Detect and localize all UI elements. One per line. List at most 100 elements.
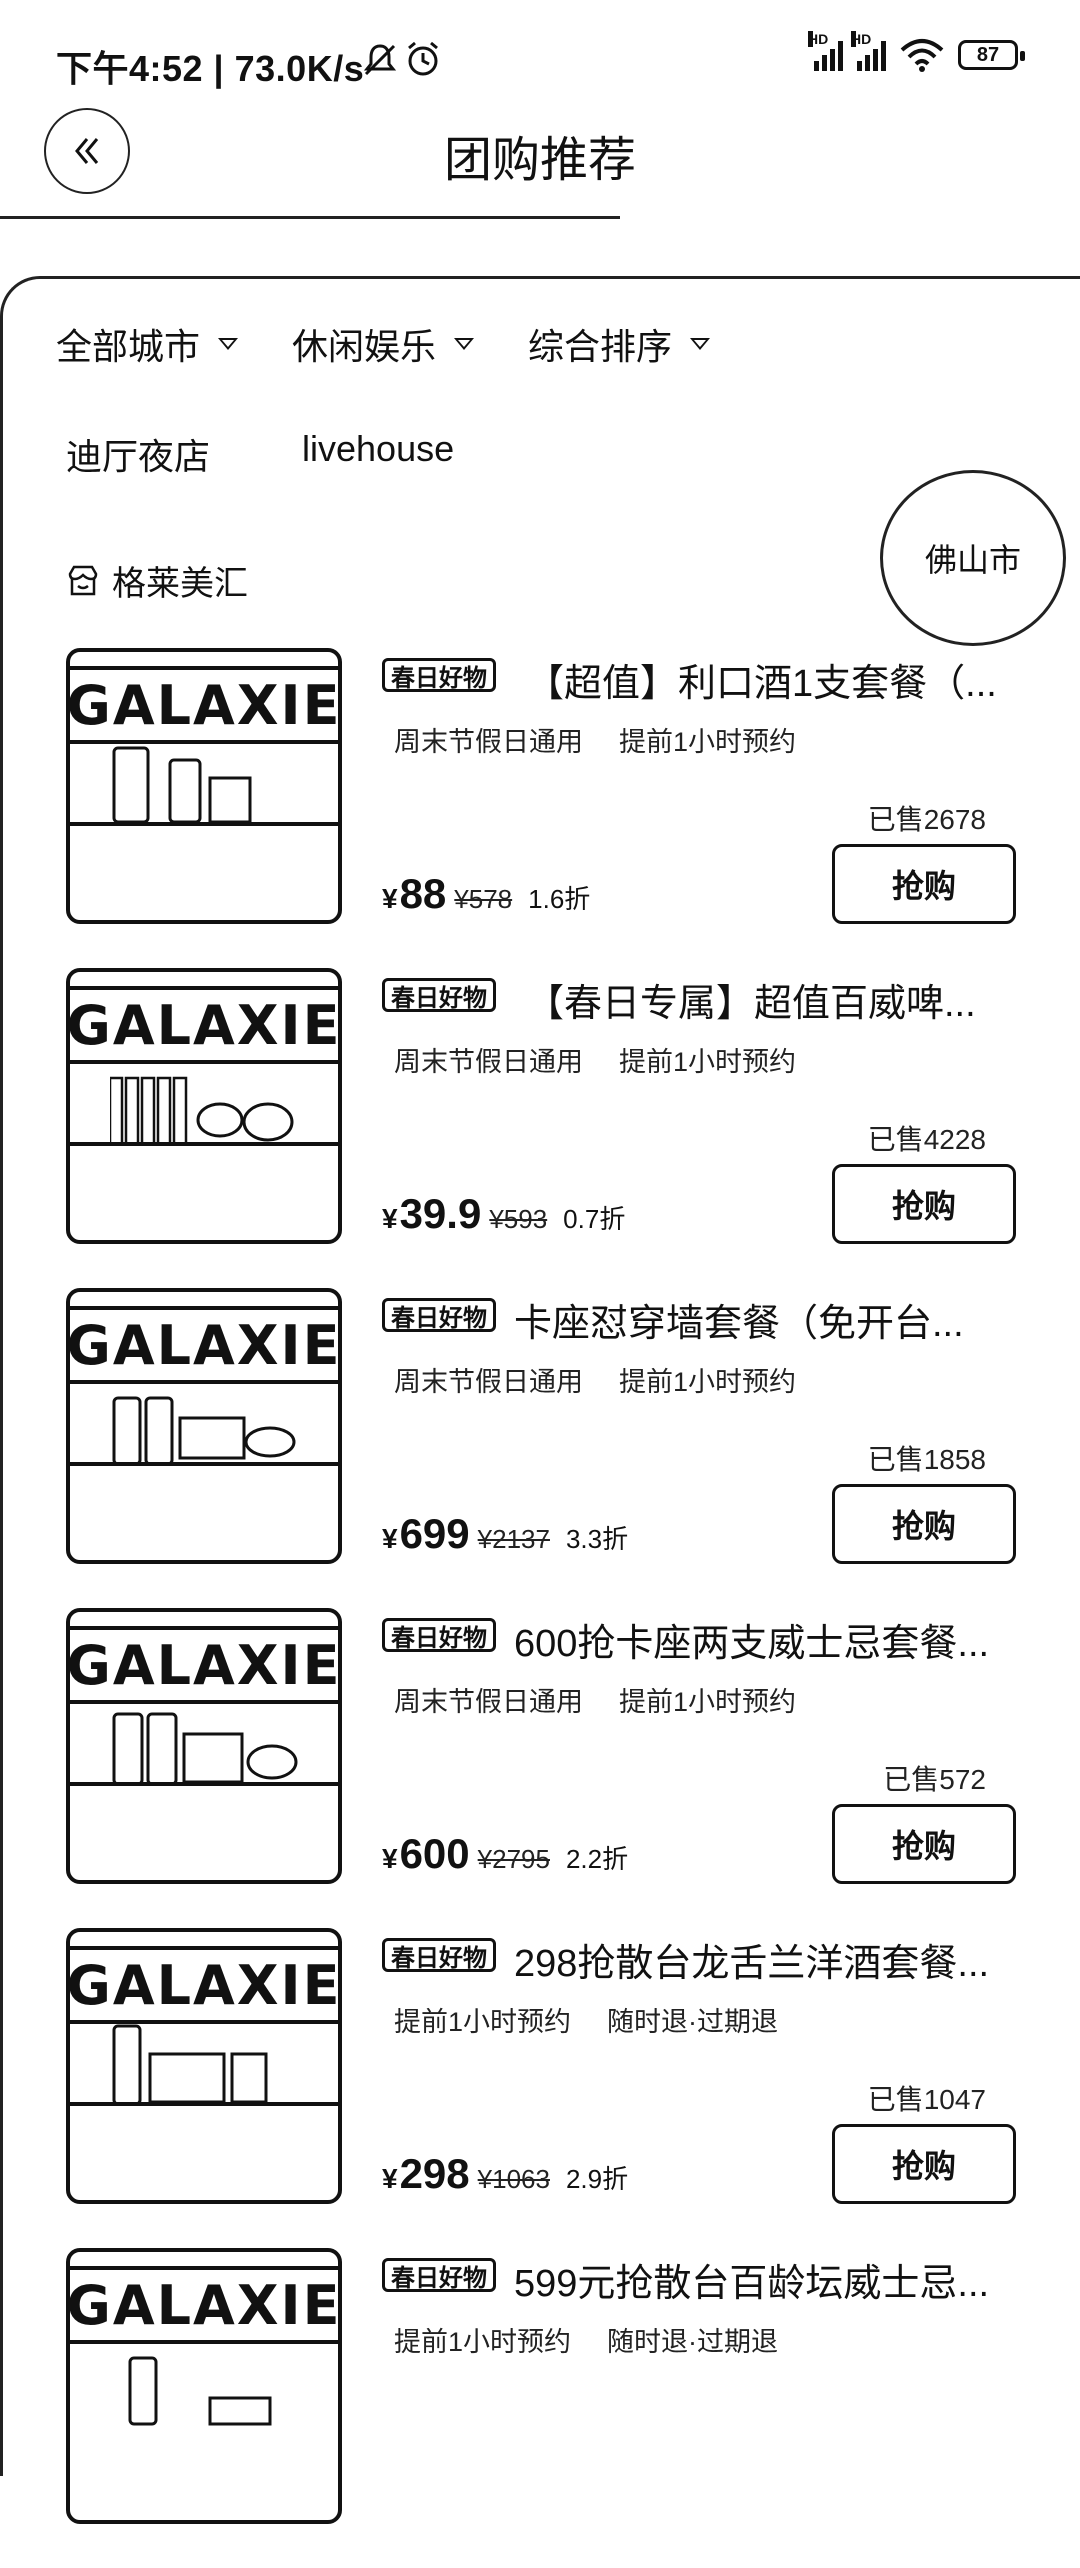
original-price: ¥1063: [477, 2164, 550, 2194]
brand-logo: GALAXIE: [70, 2266, 338, 2344]
price-row: ¥ 39.9 ¥593 0.7折: [382, 1190, 625, 1238]
filter-category-label: 休闲娱乐: [292, 326, 437, 367]
product-features: 周末节假日通用 提前1小时预约: [394, 1680, 796, 1719]
filter-category[interactable]: 休闲娱乐: [292, 318, 475, 370]
currency-symbol: ¥: [382, 1523, 398, 1554]
sold-count: 已售572: [883, 1764, 986, 1795]
current-price: 39.9: [399, 1190, 482, 1237]
buy-button[interactable]: 抢购: [832, 844, 1016, 924]
price-row: ¥ 298 ¥1063 2.9折: [382, 2150, 628, 2198]
mute-icon: [362, 42, 398, 83]
sold-count: 已售4228: [867, 1124, 986, 1155]
bottles-image: [112, 746, 252, 824]
product-image: GALAXIE: [66, 648, 342, 924]
venue-header[interactable]: 格莱美汇: [66, 556, 248, 605]
product-list: GALAXIE 春日好物 【超值】利口酒1支套餐（... 周末节假日通用 提前1…: [0, 648, 1080, 2568]
bottles-image: [128, 2356, 272, 2426]
bottles-image: [112, 2024, 268, 2106]
promo-tag: 春日好物: [382, 978, 496, 1012]
current-price: 600: [399, 1830, 470, 1877]
tab-nightclub[interactable]: 迪厅夜店: [66, 428, 210, 480]
brand-logo: GALAXIE: [70, 986, 338, 1064]
sold-count: 已售1047: [867, 2084, 986, 2115]
category-tabs: 迪厅夜店 livehouse: [66, 428, 454, 480]
buy-button[interactable]: 抢购: [832, 1484, 1016, 1564]
original-price: ¥2795: [477, 1844, 550, 1874]
venue-name: 格莱美汇: [112, 565, 248, 603]
promo-tag: 春日好物: [382, 1938, 496, 1972]
sold-count: 已售1858: [867, 1444, 986, 1475]
product-features: 提前1小时预约 随时退·过期退: [394, 2000, 778, 2039]
list-item[interactable]: GALAXIE 春日好物 【超值】利口酒1支套餐（... 周末节假日通用 提前1…: [0, 648, 1080, 968]
promo-tag: 春日好物: [382, 1618, 496, 1652]
feature-label: 提前1小时预约: [619, 727, 797, 757]
feature-label: 周末节假日通用: [394, 727, 583, 757]
shelf-line: [70, 2102, 338, 2106]
product-features: 提前1小时预约 随时退·过期退: [394, 2320, 778, 2359]
signal-icon: HD: [851, 31, 886, 71]
brand-logo: GALAXIE: [70, 1626, 338, 1704]
product-features: 周末节假日通用 提前1小时预约: [394, 1360, 796, 1399]
promo-tag: 春日好物: [382, 658, 496, 692]
discount-label: 2.9折: [565, 2164, 629, 2194]
promo-tag: 春日好物: [382, 1298, 496, 1332]
brand-logo: GALAXIE: [70, 1306, 338, 1384]
list-item[interactable]: GALAXIE 春日好物 298抢散台龙舌兰洋酒套餐... 提前1小时预约 随时…: [0, 1928, 1080, 2248]
current-price: 699: [399, 1510, 470, 1557]
current-price: 88: [399, 870, 447, 917]
filter-city[interactable]: 全部城市: [56, 318, 239, 370]
brand-logo: GALAXIE: [70, 1946, 338, 2024]
product-title: 600抢卡座两支威士忌套餐...: [514, 1623, 990, 1665]
tab-livehouse[interactable]: livehouse: [302, 428, 454, 480]
product-title: 【超值】利口酒1支套餐（...: [526, 663, 997, 705]
feature-label: 周末节假日通用: [394, 1047, 583, 1077]
discount-label: 2.2折: [565, 1844, 629, 1874]
product-image: GALAXIE: [66, 968, 342, 1244]
store-icon: [68, 565, 98, 595]
product-image: GALAXIE: [66, 1608, 342, 1884]
price-row: ¥ 699 ¥2137 3.3折: [382, 1510, 628, 1558]
filter-city-label: 全部城市: [56, 326, 201, 367]
original-price: ¥2137: [477, 1524, 550, 1554]
feature-label: 提前1小时预约: [619, 1687, 797, 1717]
dropdown-arrow-icon: [454, 338, 475, 350]
currency-symbol: ¥: [382, 1843, 398, 1874]
product-title: 卡座怼穿墙套餐（免开台...: [514, 1303, 964, 1345]
buy-button[interactable]: 抢购: [832, 1164, 1016, 1244]
currency-symbol: ¥: [382, 883, 398, 914]
alarm-icon: [404, 40, 442, 83]
wifi-icon: [900, 38, 944, 72]
feature-label: 提前1小时预约: [394, 2007, 572, 2037]
feature-label: 提前1小时预约: [619, 1047, 797, 1077]
signal-icon: HD: [808, 31, 843, 71]
product-title: 298抢散台龙舌兰洋酒套餐...: [514, 1943, 990, 1985]
header-divider: [0, 216, 620, 219]
product-title: 599元抢散台百龄坛威士忌...: [514, 2263, 990, 2305]
brand-logo: GALAXIE: [70, 666, 338, 744]
original-price: ¥593: [489, 1204, 548, 1234]
list-item[interactable]: GALAXIE 春日好物 600抢卡座两支威士忌套餐... 周末节假日通用 提前…: [0, 1608, 1080, 1928]
product-image: GALAXIE: [66, 1928, 342, 2204]
buy-button[interactable]: 抢购: [832, 2124, 1016, 2204]
feature-label: 提前1小时预约: [619, 1367, 797, 1397]
discount-label: 1.6折: [528, 884, 591, 914]
page-title: 团购推荐: [443, 134, 636, 187]
product-image: GALAXIE: [66, 1288, 342, 1564]
original-price: ¥578: [454, 884, 513, 914]
filter-bar: 全部城市 休闲娱乐 综合排序: [56, 318, 711, 370]
list-item[interactable]: GALAXIE 春日好物 599元抢散台百龄坛威士忌... 提前1小时预约 随时…: [0, 2248, 1080, 2568]
buy-button[interactable]: 抢购: [832, 1804, 1016, 1884]
filter-sort[interactable]: 综合排序: [528, 318, 711, 370]
list-item[interactable]: GALAXIE 春日好物 【春日专属】超值百威啤... 周末节假日通用 提前1小…: [0, 968, 1080, 1288]
currency-symbol: ¥: [382, 2163, 398, 2194]
shelf-line: [70, 1462, 338, 1466]
battery-level: 87: [976, 43, 1000, 66]
status-time: 下午4:52 | 73.0K/s: [56, 48, 365, 89]
list-item[interactable]: GALAXIE 春日好物 卡座怼穿墙套餐（免开台... 周末节假日通用 提前1小…: [0, 1288, 1080, 1608]
sold-count: 已售2678: [867, 804, 986, 835]
battery-icon: 87: [958, 40, 1025, 70]
feature-label: 随时退·过期退: [607, 2007, 779, 2037]
currency-symbol: ¥: [382, 1203, 398, 1234]
filter-sort-label: 综合排序: [528, 326, 673, 367]
product-features: 周末节假日通用 提前1小时预约: [394, 720, 796, 759]
